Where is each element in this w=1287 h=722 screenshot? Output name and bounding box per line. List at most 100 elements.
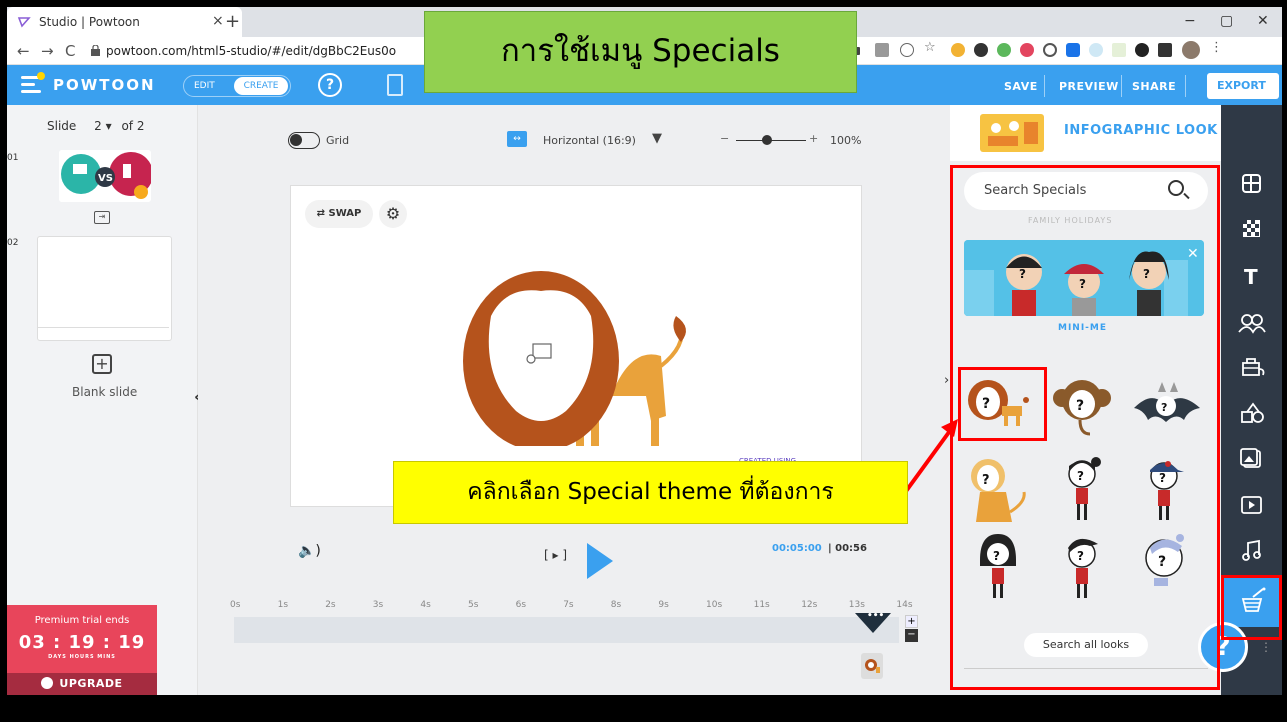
extension-cloud-icon[interactable]	[1089, 43, 1103, 57]
specials-icon-highlight	[1221, 575, 1282, 640]
play-icon[interactable]	[587, 543, 613, 579]
play-scene-button[interactable]: [ ▸ ]	[544, 548, 567, 562]
ruler-tick-label: 6s	[515, 600, 527, 610]
help-icon[interactable]: ?	[318, 73, 342, 97]
upgrade-button[interactable]: UPGRADE	[7, 673, 157, 695]
ruler-tick-label: 10s	[706, 600, 723, 610]
zoom-out-button[interactable]: −	[720, 132, 729, 145]
slide-number: 01	[7, 153, 19, 163]
forward-button[interactable]: →	[41, 42, 54, 60]
look-selector[interactable]: INFOGRAPHIC LOOK ▼	[950, 105, 1257, 161]
extension-dark-icon[interactable]	[974, 43, 988, 57]
swap-button[interactable]: ⇄ SWAP	[305, 200, 373, 228]
extension-r-icon[interactable]	[1135, 43, 1149, 57]
powtoon-favicon-icon	[17, 17, 31, 28]
slide-label: Slide	[47, 119, 77, 133]
look-thumbnail	[980, 114, 1044, 152]
timeline-zoom-in-button[interactable]: +	[905, 615, 918, 628]
lion-tile-highlight	[958, 367, 1047, 441]
video-icon[interactable]	[1221, 494, 1282, 516]
slide-thumbnail-2[interactable]	[37, 236, 172, 341]
powtoon-logo: POWTOON	[53, 76, 156, 94]
new-tab-button[interactable]: +	[225, 11, 240, 32]
volume-icon[interactable]: 🔈)	[298, 543, 321, 559]
ruler-tick-label: 0s	[230, 600, 241, 610]
lion-marker-icon	[865, 659, 880, 673]
profile-avatar[interactable]	[1182, 41, 1200, 59]
help-drag-handle[interactable]: ⋮	[1260, 640, 1272, 654]
share-button[interactable]: SHARE	[1132, 80, 1176, 93]
zoom-icon[interactable]	[900, 43, 914, 57]
insert-slide-icon[interactable]: ⇥	[94, 211, 110, 224]
ruler-tick-label: 8s	[610, 600, 622, 610]
star-icon[interactable]: ☆	[924, 40, 938, 55]
mode-create[interactable]: CREATE	[234, 77, 288, 95]
timeline-zoom-out-button[interactable]: −	[905, 629, 918, 642]
divider	[1121, 75, 1122, 97]
premium-title: Premium trial ends	[34, 615, 130, 626]
text-icon[interactable]: T	[1221, 265, 1282, 287]
trial-countdown: 03 : 19 : 19	[18, 632, 146, 653]
save-button[interactable]: SAVE	[1004, 80, 1038, 93]
add-blank-slide-icon[interactable]: +	[92, 354, 112, 374]
grid-toggle[interactable]	[288, 132, 320, 149]
notes-icon[interactable]	[387, 74, 403, 96]
close-window-button[interactable]: ✕	[1257, 13, 1269, 29]
lion-character[interactable]	[461, 246, 701, 446]
zoom-in-button[interactable]: +	[809, 132, 818, 145]
zoom-slider-handle[interactable]	[762, 135, 772, 145]
background-icon[interactable]	[1221, 218, 1282, 240]
ruler-tick-label: 1s	[277, 600, 289, 610]
timeline-track[interactable]	[234, 617, 899, 643]
look-label: INFOGRAPHIC LOOK	[1064, 123, 1218, 138]
layout-icon[interactable]	[1221, 173, 1282, 195]
extension-n-icon[interactable]	[1112, 43, 1126, 57]
divider	[1185, 75, 1186, 97]
extension-circle-icon[interactable]	[1043, 43, 1057, 57]
blank-slide-label[interactable]: Blank slide	[72, 385, 137, 399]
reload-button[interactable]: C	[65, 42, 75, 60]
ruler-tick-label: 7s	[563, 600, 574, 610]
props-icon[interactable]	[1221, 355, 1282, 379]
music-icon[interactable]	[1221, 539, 1282, 561]
zoom-value: 100%	[830, 134, 862, 147]
extension-green-icon[interactable]	[997, 43, 1011, 57]
playhead-menu-icon[interactable]: •••	[867, 611, 884, 621]
translate-icon[interactable]	[875, 43, 889, 57]
tab-close-icon[interactable]: ×	[212, 13, 224, 29]
extension-hand-icon[interactable]	[951, 43, 965, 57]
collapse-panel-button[interactable]: ›	[944, 373, 949, 388]
media-icon[interactable]	[1221, 447, 1282, 469]
orientation-select[interactable]: Horizontal (16:9)	[543, 134, 636, 147]
chevron-down-icon[interactable]: ▼	[652, 131, 662, 146]
lesson-title-banner: การใช้เมนู Specials	[424, 11, 857, 93]
ruler-tick-label: 5s	[468, 600, 479, 610]
mode-switch[interactable]: EDIT CREATE	[183, 75, 291, 97]
slide-thumbnail-1[interactable]: VS	[59, 150, 151, 202]
preview-button[interactable]: PREVIEW	[1059, 80, 1119, 93]
minimize-button[interactable]: −	[1184, 13, 1196, 29]
current-time: 00:05:00	[772, 543, 822, 554]
slide-stage[interactable]: ⇄ SWAP ⚙ CREATED USING	[290, 185, 862, 507]
ruler-tick-label: 9s	[658, 600, 669, 610]
slide-current-select[interactable]: 2	[94, 119, 102, 133]
extensions-puzzle-icon[interactable]	[1158, 43, 1172, 57]
swap-label: SWAP	[328, 208, 362, 219]
characters-icon[interactable]	[1221, 312, 1282, 334]
maximize-button[interactable]: ▢	[1220, 13, 1233, 29]
settings-gear-icon[interactable]: ⚙	[379, 200, 407, 228]
back-button[interactable]: ←	[17, 42, 30, 60]
timeline-object-marker[interactable]	[861, 653, 883, 679]
orientation-icon[interactable]: ↔	[507, 131, 527, 147]
mode-edit[interactable]: EDIT	[194, 81, 215, 91]
shapes-icon[interactable]	[1221, 402, 1282, 424]
slide-number: 02	[7, 238, 19, 248]
browser-menu-icon[interactable]: ⋮	[1210, 40, 1224, 55]
url-field[interactable]: powtoon.com/html5-studio/#/edit/dgBbC2Eu…	[106, 44, 396, 58]
browser-tab[interactable]: Studio | Powtoon ×	[7, 7, 242, 37]
chevron-down-icon[interactable]: ▾	[106, 119, 112, 133]
export-button[interactable]: EXPORT ⌄	[1207, 73, 1279, 118]
extension-red-icon[interactable]	[1020, 43, 1034, 57]
ruler-tick-label: 2s	[325, 600, 336, 610]
extension-blue-icon[interactable]	[1066, 43, 1080, 57]
